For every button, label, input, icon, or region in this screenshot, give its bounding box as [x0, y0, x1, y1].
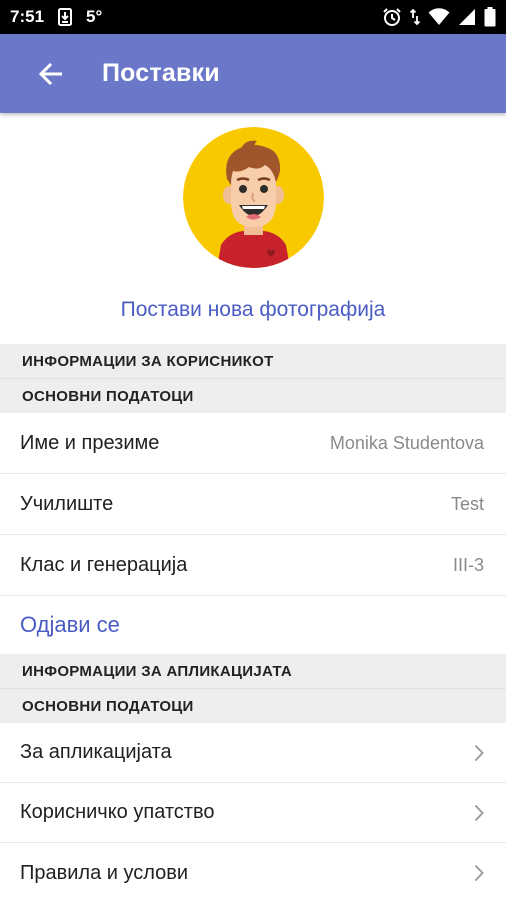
- app-info-list: За апликацијата Корисничко упатство Прав…: [0, 723, 506, 900]
- about-app-item[interactable]: За апликацијата: [0, 723, 506, 783]
- row-value: Monika Studentova: [329, 432, 484, 453]
- battery-icon: [484, 7, 496, 27]
- app-info-header: ИНФОРМАЦИИ ЗА АПЛИКАЦИЈАТА: [0, 654, 506, 689]
- app-basic-data-subheader: ОСНОВНИ ПОДАТОЦИ: [0, 689, 506, 723]
- download-icon: [58, 8, 73, 26]
- user-school-row: Училиште Test: [0, 474, 506, 535]
- wifi-icon: [428, 8, 450, 26]
- profile-section: Постави нова фотографија: [0, 113, 506, 344]
- terms-item[interactable]: Правила и услови: [0, 843, 506, 900]
- user-class-row: Клас и генерација III-3: [0, 535, 506, 596]
- row-value: Test: [450, 493, 484, 514]
- data-arrows-icon: [410, 8, 420, 26]
- status-temperature: 5°: [86, 7, 103, 26]
- alarm-icon: [382, 7, 402, 27]
- user-basic-data-subheader: ОСНОВНИ ПОДАТОЦИ: [0, 379, 506, 413]
- chevron-right-icon: [472, 863, 486, 883]
- set-new-photo-link[interactable]: Постави нова фотографија: [0, 298, 506, 322]
- list-item-label: Корисничко упатство: [20, 801, 215, 823]
- page-title: Поставки: [102, 59, 220, 87]
- status-bar: 7:51 5°: [0, 0, 506, 34]
- logout-button[interactable]: Одјави се: [0, 596, 506, 654]
- chevron-right-icon: [472, 803, 486, 823]
- list-item-label: За апликацијата: [20, 741, 172, 763]
- user-fullname-row: Име и презиме Monika Studentova: [0, 413, 506, 474]
- arrow-back-icon: [38, 61, 64, 87]
- status-time: 7:51: [10, 7, 45, 26]
- row-label: Училиште: [20, 492, 114, 515]
- avatar[interactable]: [183, 127, 324, 268]
- row-label: Име и презиме: [20, 431, 160, 454]
- list-item-label: Правила и услови: [20, 861, 189, 884]
- user-guide-item[interactable]: Корисничко упатство: [0, 783, 506, 843]
- user-info-header: ИНФОРМАЦИИ ЗА КОРИСНИКОТ: [0, 344, 506, 379]
- chevron-right-icon: [472, 743, 486, 763]
- app-bar: Поставки: [0, 34, 506, 113]
- signal-icon: [458, 8, 476, 26]
- row-value: III-3: [452, 554, 484, 575]
- back-button[interactable]: [36, 59, 66, 89]
- row-label: Клас и генерација: [20, 553, 188, 576]
